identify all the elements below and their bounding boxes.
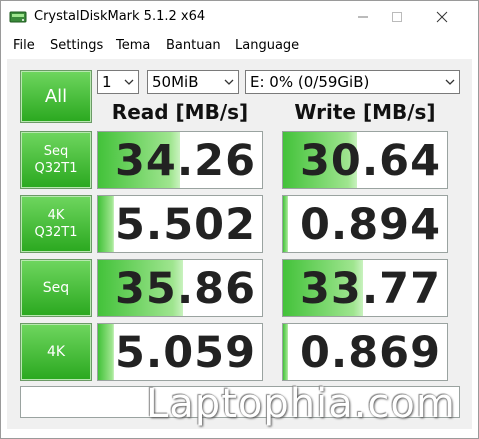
read-value: 5.502 [114,200,256,250]
title-bar[interactable]: CrystalDiskMark 5.1.2 x64 [1,1,478,33]
menu-language[interactable]: Language [235,38,299,53]
test-label-line1: 4K [46,343,66,360]
test-label-line2: Q32T1 [34,225,78,240]
maximize-button[interactable] [374,1,420,33]
test-label-line1: 4K [47,208,65,223]
menu-bar: File Settings Tema Bantuan Language [1,33,478,57]
all-button-label: All [44,86,68,107]
menu-file[interactable]: File [13,38,35,53]
seq-q32t1-button[interactable]: Seq Q32T1 [20,131,92,189]
read-result-4k-q32t1: 5.502 [97,195,263,253]
write-result-4k-q32t1: 0.894 [282,195,448,253]
read-header: Read [MB/s] [111,100,249,124]
test-size-value: 50MiB [152,73,199,91]
read-bar [98,196,115,252]
read-result-seq: 35.86 [97,259,263,317]
write-value: 0.869 [299,328,441,378]
read-value: 5.059 [114,328,256,378]
write-header: Write [MB/s] [294,100,436,124]
test-label-line1: Seq [43,144,69,159]
chevron-down-icon [445,79,455,85]
close-button[interactable] [419,1,465,33]
read-value: 35.86 [114,264,256,314]
read-result-4k: 5.059 [97,323,263,381]
write-result-seq-q32t1: 30.64 [282,131,448,189]
menu-settings[interactable]: Settings [50,38,103,53]
app-window: CrystalDiskMark 5.1.2 x64 File Settings … [0,0,479,439]
test-label-line2: Q32T1 [34,161,78,176]
4k-q32t1-button[interactable]: 4K Q32T1 [20,195,92,253]
test-label-line1: Seq [42,279,70,296]
watermark-text: Laptophia.com [146,381,456,427]
seq-button[interactable]: Seq [20,259,92,317]
close-icon [436,11,448,23]
test-count-value: 1 [102,73,112,91]
drive-select[interactable]: E: 0% (0/59GiB) [245,70,460,94]
4k-button[interactable]: 4K [20,323,92,381]
minimize-icon [358,16,368,18]
benchmark-panel: All 1 50MiB E: 0% (0/59GiB) Read [MB/s] … [7,59,472,429]
write-result-4k: 0.869 [282,323,448,381]
window-title: CrystalDiskMark 5.1.2 x64 [34,9,206,24]
write-bar [283,324,288,380]
write-value: 33.77 [299,264,441,314]
menu-tema[interactable]: Tema [116,38,150,53]
read-value: 34.26 [114,136,256,186]
menu-bantuan[interactable]: Bantuan [166,38,221,53]
chevron-down-icon [124,79,134,85]
write-result-seq: 33.77 [282,259,448,317]
write-value: 0.894 [299,200,441,250]
write-value: 30.64 [299,136,441,186]
read-result-seq-q32t1: 34.26 [97,131,263,189]
disk-app-icon [9,11,27,23]
read-bar [98,324,115,380]
all-button[interactable]: All [20,70,92,123]
drive-value: E: 0% (0/59GiB) [250,73,370,91]
maximize-icon [392,12,402,22]
write-bar [283,196,288,252]
test-size-select[interactable]: 50MiB [147,70,239,94]
chevron-down-icon [224,79,234,85]
test-count-select[interactable]: 1 [97,70,139,94]
